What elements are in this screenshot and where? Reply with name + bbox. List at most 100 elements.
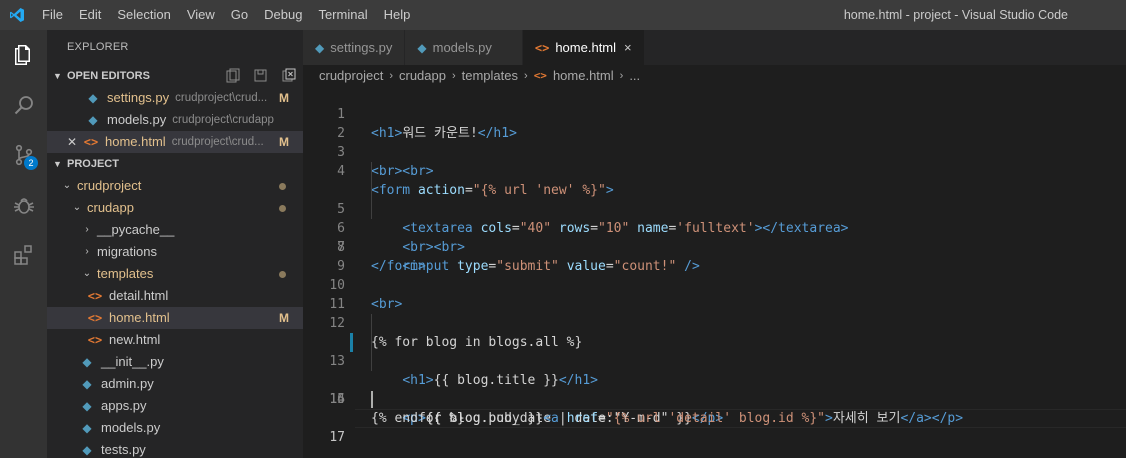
code-line: 6 <br><br> [303, 181, 1126, 255]
breadcrumb-item[interactable]: crudproject [319, 65, 383, 87]
chevron-down-icon: ⌄ [82, 268, 92, 279]
tree-label: models.py [101, 420, 161, 435]
python-file-icon: ◆ [82, 399, 92, 413]
tree-label: __pycache__ [97, 222, 175, 237]
project-label: PROJECT [67, 158, 119, 170]
tree-file[interactable]: ◆ __init__.py [47, 351, 303, 373]
chevron-right-icon: › [451, 70, 456, 82]
open-editor-filename: settings.py [107, 90, 170, 105]
tree-file[interactable]: <> new.html [47, 329, 303, 351]
editor-tabs: ◆ settings.py ◆ models.py <> home.html × [303, 30, 1126, 65]
tree-label: tests.py [101, 442, 146, 457]
python-file-icon: ◆ [82, 377, 92, 391]
save-all-icon[interactable] [253, 65, 269, 87]
modified-dot [279, 183, 286, 190]
tree-file[interactable]: ◆ tests.py [47, 439, 303, 458]
menu-view[interactable]: View [179, 0, 223, 30]
open-editor-path: crudproject\crud... [171, 136, 264, 148]
tab-models-py[interactable]: ◆ models.py [405, 30, 523, 65]
code-line: 11 [303, 276, 1126, 312]
breadcrumb-item[interactable]: home.html [553, 65, 614, 87]
tree-label: migrations [97, 244, 157, 259]
menu-debug[interactable]: Debug [256, 0, 310, 30]
chevron-down-icon: ⌄ [72, 202, 82, 213]
html-file-icon: <> [87, 289, 103, 303]
code-line: 16 {% endfor %} [303, 371, 1126, 426]
chevron-right-icon: › [619, 70, 624, 82]
code-line: 8 </form> [303, 219, 1126, 274]
indent-guide [371, 333, 372, 352]
project-header[interactable]: ▼ PROJECT [47, 153, 303, 175]
search-icon[interactable] [0, 80, 47, 130]
python-file-icon: ◆ [88, 91, 98, 105]
chevron-right-icon: › [524, 70, 528, 82]
code-line: 15 <p>{{ blog.body }}<a href="{% url 'de… [303, 352, 1126, 426]
menu-help[interactable]: Help [376, 0, 419, 30]
tree-folder[interactable]: ⌄ crudproject [47, 175, 303, 197]
tree-file[interactable]: <> detail.html [47, 285, 303, 307]
breadcrumb-item[interactable]: ... [629, 65, 640, 87]
code-line: 12 {% for blog in blogs.all %} [303, 295, 1126, 350]
html-file-icon: <> [534, 40, 550, 55]
html-file-icon: <> [87, 311, 103, 325]
tree-folder[interactable]: › migrations [47, 241, 303, 263]
open-editor-item[interactable]: ◆ models.py crudproject\crudapp [47, 109, 303, 131]
open-editors-header[interactable]: ▼ OPEN EDITORS [47, 65, 303, 87]
activity-bar: 2 [0, 30, 47, 458]
modified-dot [279, 205, 286, 212]
tree-folder[interactable]: › __pycache__ [47, 219, 303, 241]
extensions-icon[interactable] [0, 230, 47, 280]
breadcrumb-item[interactable]: templates [462, 65, 518, 87]
tree-file[interactable]: ◆ models.py [47, 417, 303, 439]
menu-go[interactable]: Go [223, 0, 256, 30]
chevron-right-icon: › [389, 70, 393, 82]
code-line: 2 [303, 105, 1126, 141]
chevron-right-icon: › [85, 246, 89, 257]
code-line: 13 <h1>{{ blog.title }}</h1> [303, 314, 1126, 388]
modified-flag: M [279, 311, 289, 325]
html-file-icon: <> [87, 333, 103, 347]
tree-label: templates [97, 266, 154, 281]
open-editors-label: OPEN EDITORS [67, 70, 150, 82]
current-line-highlight [355, 409, 1126, 428]
tab-settings-py[interactable]: ◆ settings.py [303, 30, 406, 65]
menu-terminal[interactable]: Terminal [310, 0, 375, 30]
text-cursor [371, 391, 373, 408]
tab-home-html[interactable]: <> home.html × [522, 30, 645, 65]
tree-folder[interactable]: ⌄ crudapp [47, 197, 303, 219]
tree-label: new.html [109, 332, 161, 347]
tree-label: crudapp [87, 200, 134, 215]
scm-badge: 2 [24, 156, 38, 170]
open-editor-item[interactable]: ✕ <> home.html crudproject\crud... M [47, 131, 303, 153]
python-file-icon: ◆ [82, 421, 92, 435]
code-line: 14 <p>{{ blog.pub_date | date:"Y-m-d" }}… [303, 333, 1126, 426]
indent-guide [371, 181, 372, 200]
tab-label: home.html [555, 40, 617, 55]
debug-icon[interactable] [0, 180, 47, 230]
close-all-icon[interactable] [281, 65, 297, 87]
tree-folder[interactable]: ⌄ templates [47, 263, 303, 285]
explorer-sidebar: EXPLORER ▼ OPEN EDITORS ◆ settings.py cr… [47, 30, 303, 458]
breadcrumb-item[interactable]: crudapp [399, 65, 446, 87]
python-file-icon: ◆ [417, 40, 427, 55]
menu-file[interactable]: File [34, 0, 71, 30]
menu-selection[interactable]: Selection [109, 0, 178, 30]
new-untitled-file-icon[interactable] [225, 65, 241, 87]
explorer-icon[interactable] [0, 30, 47, 80]
source-control-icon[interactable]: 2 [0, 130, 47, 180]
tree-file[interactable]: <> home.html M [47, 307, 303, 329]
menu-edit[interactable]: Edit [71, 0, 109, 30]
tree-label: __init__.py [101, 354, 164, 369]
close-icon[interactable]: × [624, 40, 632, 55]
breadcrumb: crudproject › crudapp › templates › <> h… [303, 65, 1126, 87]
indent-guide [371, 200, 372, 219]
tree-file[interactable]: ◆ admin.py [47, 373, 303, 395]
line-number: 17 [329, 430, 345, 445]
close-icon[interactable]: ✕ [65, 131, 79, 153]
git-modified-marker [350, 333, 353, 352]
open-editor-item[interactable]: ◆ settings.py crudproject\crud... M [47, 87, 303, 109]
html-file-icon: <> [83, 135, 99, 149]
code-editor[interactable]: 1 <h1>워드 카운트!</h1> 2 3 <br><br> 4 <form … [303, 86, 1126, 445]
tree-file[interactable]: ◆ apps.py [47, 395, 303, 417]
html-file-icon: <> [533, 69, 547, 82]
